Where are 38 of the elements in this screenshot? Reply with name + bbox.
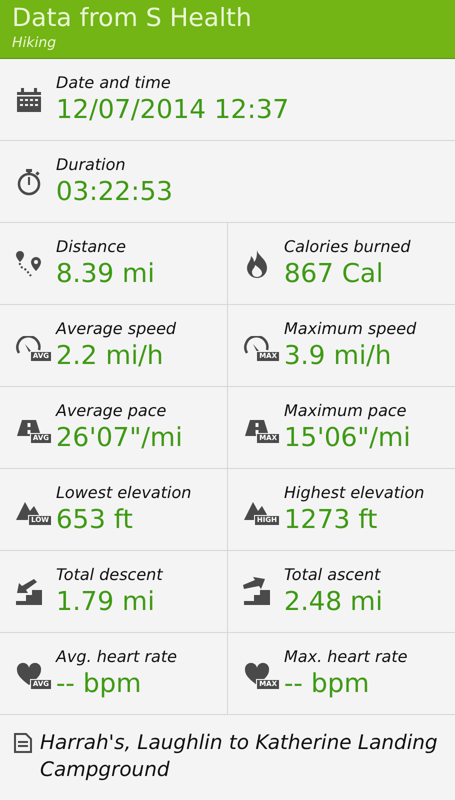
- screen-title: Data from S Health: [12, 2, 253, 34]
- stat-label: Max. heart rate: [284, 647, 408, 666]
- stat-value: 1273 ft: [284, 504, 378, 536]
- stairs-up-icon: [242, 576, 272, 606]
- stat-value: -- bpm: [56, 668, 142, 700]
- stat-value: 26'07"/mi: [56, 422, 183, 454]
- note-icon: [14, 733, 32, 753]
- route-icon: [15, 250, 43, 278]
- stat-value: 8.39 mi: [56, 258, 155, 290]
- stopwatch-icon: [16, 168, 42, 196]
- calendar-icon: [16, 86, 42, 112]
- stat-value: 12/07/2014 12:37: [56, 94, 290, 126]
- stat-label: Maximum speed: [284, 319, 416, 338]
- stat-value: 2.48 mi: [284, 586, 383, 618]
- stairs-down-icon: [14, 576, 44, 606]
- stat-value: 2.2 mi/h: [56, 340, 164, 372]
- stat-label: Date and time: [56, 73, 172, 92]
- activity-subtitle: Hiking: [12, 34, 58, 52]
- stat-label: Calories burned: [284, 237, 411, 256]
- route-note: Harrah's, Laughlin to Katherine Landing Campground: [40, 729, 439, 783]
- stat-value: 15'06"/mi: [284, 422, 411, 454]
- stat-label: Lowest elevation: [56, 483, 192, 502]
- stat-value: 867 Cal: [284, 258, 384, 290]
- stat-label: Maximum pace: [284, 401, 408, 420]
- stat-label: Average pace: [56, 401, 168, 420]
- stat-label: Avg. heart rate: [56, 647, 177, 666]
- stat-value: -- bpm: [284, 668, 370, 700]
- stat-value: 03:22:53: [56, 176, 173, 208]
- stat-value: 3.9 mi/h: [284, 340, 392, 372]
- stat-label: Duration: [56, 155, 126, 174]
- stat-label: Total ascent: [284, 565, 382, 584]
- stat-label: Highest elevation: [284, 483, 424, 502]
- stat-value: 653 ft: [56, 504, 134, 536]
- stat-label: Total descent: [56, 565, 163, 584]
- flame-icon: [246, 248, 268, 278]
- stat-value: 1.79 mi: [56, 586, 156, 618]
- stat-label: Distance: [56, 237, 127, 256]
- stat-label: Average speed: [56, 319, 176, 338]
